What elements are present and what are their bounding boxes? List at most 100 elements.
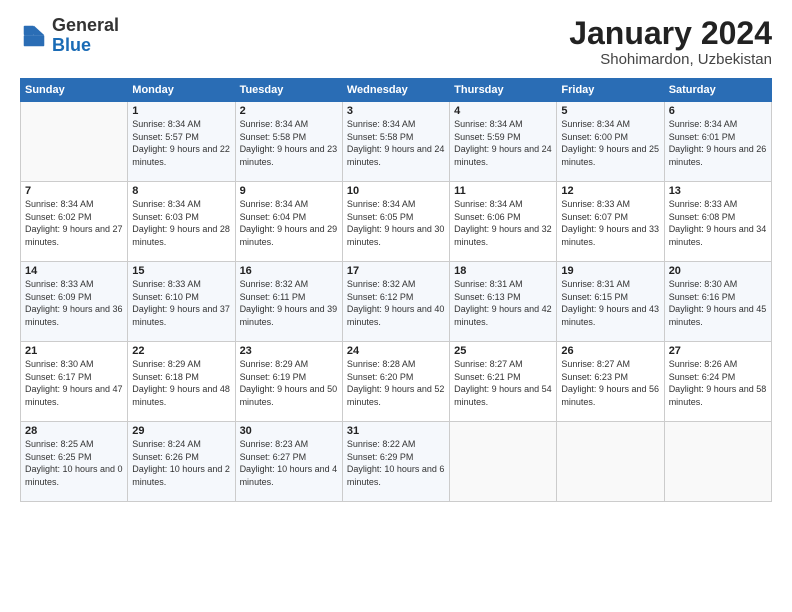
- calendar-cell: 11 Sunrise: 8:34 AMSunset: 6:06 PMDayligh…: [450, 182, 557, 262]
- day-info: Sunrise: 8:30 AMSunset: 6:17 PMDaylight:…: [25, 359, 123, 407]
- day-number: 28: [25, 425, 123, 437]
- day-number: 31: [347, 425, 445, 437]
- calendar-cell: 2 Sunrise: 8:34 AMSunset: 5:58 PMDaylight…: [235, 102, 342, 182]
- calendar-cell: [21, 102, 128, 182]
- calendar-week-row: 7 Sunrise: 8:34 AMSunset: 6:02 PMDaylight…: [21, 182, 772, 262]
- day-info: Sunrise: 8:27 AMSunset: 6:21 PMDaylight:…: [454, 359, 552, 407]
- calendar-cell: [450, 422, 557, 502]
- day-info: Sunrise: 8:26 AMSunset: 6:24 PMDaylight:…: [669, 359, 767, 407]
- calendar-table: SundayMondayTuesdayWednesdayThursdayFrid…: [20, 78, 772, 502]
- day-number: 30: [240, 425, 338, 437]
- day-info: Sunrise: 8:34 AMSunset: 6:04 PMDaylight:…: [240, 199, 338, 247]
- day-info: Sunrise: 8:34 AMSunset: 5:58 PMDaylight:…: [240, 119, 338, 167]
- weekday-header-row: SundayMondayTuesdayWednesdayThursdayFrid…: [21, 79, 772, 102]
- day-number: 3: [347, 105, 445, 117]
- calendar-cell: 21 Sunrise: 8:30 AMSunset: 6:17 PMDayligh…: [21, 342, 128, 422]
- calendar-cell: 18 Sunrise: 8:31 AMSunset: 6:13 PMDayligh…: [450, 262, 557, 342]
- calendar-cell: 28Sunrise: 8:25 AMSunset: 6:25 PMDayligh…: [21, 422, 128, 502]
- calendar-cell: 22 Sunrise: 8:29 AMSunset: 6:18 PMDayligh…: [128, 342, 235, 422]
- calendar-cell: 12Sunrise: 8:33 AMSunset: 6:07 PMDayligh…: [557, 182, 664, 262]
- day-number: 4: [454, 105, 552, 117]
- logo-blue: Blue: [52, 35, 91, 55]
- calendar-cell: 4 Sunrise: 8:34 AMSunset: 5:59 PMDaylight…: [450, 102, 557, 182]
- calendar-cell: 16 Sunrise: 8:32 AMSunset: 6:11 PMDayligh…: [235, 262, 342, 342]
- calendar-cell: 3Sunrise: 8:34 AMSunset: 5:58 PMDaylight…: [342, 102, 449, 182]
- calendar-cell: 27 Sunrise: 8:26 AMSunset: 6:24 PMDayligh…: [664, 342, 771, 422]
- day-number: 16: [240, 265, 338, 277]
- day-info: Sunrise: 8:28 AMSunset: 6:20 PMDaylight:…: [347, 359, 445, 407]
- day-number: 22: [132, 345, 230, 357]
- day-info: Sunrise: 8:34 AMSunset: 5:57 PMDaylight:…: [132, 119, 230, 167]
- calendar-cell: 9 Sunrise: 8:34 AMSunset: 6:04 PMDaylight…: [235, 182, 342, 262]
- weekday-header-thursday: Thursday: [450, 79, 557, 102]
- day-info: Sunrise: 8:32 AMSunset: 6:11 PMDaylight:…: [240, 279, 338, 327]
- day-info: Sunrise: 8:29 AMSunset: 6:18 PMDaylight:…: [132, 359, 230, 407]
- day-info: Sunrise: 8:34 AMSunset: 6:05 PMDaylight:…: [347, 199, 445, 247]
- calendar-cell: 6Sunrise: 8:34 AMSunset: 6:01 PMDaylight…: [664, 102, 771, 182]
- calendar-week-row: 21 Sunrise: 8:30 AMSunset: 6:17 PMDayligh…: [21, 342, 772, 422]
- logo-general: General: [52, 15, 119, 35]
- calendar-cell: [664, 422, 771, 502]
- calendar-week-row: 1Sunrise: 8:34 AMSunset: 5:57 PMDaylight…: [21, 102, 772, 182]
- day-number: 2: [240, 105, 338, 117]
- day-info: Sunrise: 8:34 AMSunset: 5:59 PMDaylight:…: [454, 119, 552, 167]
- day-info: Sunrise: 8:31 AMSunset: 6:15 PMDaylight:…: [561, 279, 659, 327]
- calendar-week-row: 14 Sunrise: 8:33 AMSunset: 6:09 PMDayligh…: [21, 262, 772, 342]
- day-number: 13: [669, 185, 767, 197]
- calendar-cell: 26Sunrise: 8:27 AMSunset: 6:23 PMDayligh…: [557, 342, 664, 422]
- day-info: Sunrise: 8:33 AMSunset: 6:07 PMDaylight:…: [561, 199, 659, 247]
- calendar-cell: 7 Sunrise: 8:34 AMSunset: 6:02 PMDaylight…: [21, 182, 128, 262]
- day-number: 21: [25, 345, 123, 357]
- day-number: 9: [240, 185, 338, 197]
- day-info: Sunrise: 8:27 AMSunset: 6:23 PMDaylight:…: [561, 359, 659, 407]
- weekday-header-sunday: Sunday: [21, 79, 128, 102]
- location: Shohimardon, Uzbekistan: [569, 51, 772, 68]
- day-info: Sunrise: 8:30 AMSunset: 6:16 PMDaylight:…: [669, 279, 767, 327]
- day-number: 6: [669, 105, 767, 117]
- day-info: Sunrise: 8:33 AMSunset: 6:09 PMDaylight:…: [25, 279, 123, 327]
- day-info: Sunrise: 8:31 AMSunset: 6:13 PMDaylight:…: [454, 279, 552, 327]
- page: General Blue January 2024 Shohimardon, U…: [0, 0, 792, 612]
- day-number: 18: [454, 265, 552, 277]
- calendar-cell: 29 Sunrise: 8:24 AMSunset: 6:26 PMDayligh…: [128, 422, 235, 502]
- day-number: 19: [561, 265, 659, 277]
- day-number: 25: [454, 345, 552, 357]
- day-number: 27: [669, 345, 767, 357]
- day-number: 15: [132, 265, 230, 277]
- day-info: Sunrise: 8:24 AMSunset: 6:26 PMDaylight:…: [132, 439, 230, 487]
- day-info: Sunrise: 8:32 AMSunset: 6:12 PMDaylight:…: [347, 279, 445, 327]
- calendar-cell: 20 Sunrise: 8:30 AMSunset: 6:16 PMDayligh…: [664, 262, 771, 342]
- calendar-cell: 30 Sunrise: 8:23 AMSunset: 6:27 PMDayligh…: [235, 422, 342, 502]
- header: General Blue January 2024 Shohimardon, U…: [20, 16, 772, 68]
- day-number: 10: [347, 185, 445, 197]
- calendar-cell: 13Sunrise: 8:33 AMSunset: 6:08 PMDayligh…: [664, 182, 771, 262]
- weekday-header-saturday: Saturday: [664, 79, 771, 102]
- day-info: Sunrise: 8:34 AMSunset: 6:02 PMDaylight:…: [25, 199, 123, 247]
- calendar-cell: 24Sunrise: 8:28 AMSunset: 6:20 PMDayligh…: [342, 342, 449, 422]
- calendar-cell: 31 Sunrise: 8:22 AMSunset: 6:29 PMDayligh…: [342, 422, 449, 502]
- day-number: 11: [454, 185, 552, 197]
- day-number: 14: [25, 265, 123, 277]
- calendar-cell: 23Sunrise: 8:29 AMSunset: 6:19 PMDayligh…: [235, 342, 342, 422]
- calendar-cell: 14 Sunrise: 8:33 AMSunset: 6:09 PMDayligh…: [21, 262, 128, 342]
- month-title: January 2024: [569, 16, 772, 51]
- calendar-cell: 5Sunrise: 8:34 AMSunset: 6:00 PMDaylight…: [557, 102, 664, 182]
- day-number: 5: [561, 105, 659, 117]
- logo: General Blue: [20, 16, 119, 56]
- calendar-cell: 25 Sunrise: 8:27 AMSunset: 6:21 PMDayligh…: [450, 342, 557, 422]
- day-info: Sunrise: 8:33 AMSunset: 6:10 PMDaylight:…: [132, 279, 230, 327]
- day-info: Sunrise: 8:34 AMSunset: 6:03 PMDaylight:…: [132, 199, 230, 247]
- calendar-cell: 15 Sunrise: 8:33 AMSunset: 6:10 PMDayligh…: [128, 262, 235, 342]
- weekday-header-friday: Friday: [557, 79, 664, 102]
- day-info: Sunrise: 8:29 AMSunset: 6:19 PMDaylight:…: [240, 359, 338, 407]
- title-block: January 2024 Shohimardon, Uzbekistan: [569, 16, 772, 68]
- day-info: Sunrise: 8:23 AMSunset: 6:27 PMDaylight:…: [240, 439, 338, 487]
- day-info: Sunrise: 8:34 AMSunset: 6:06 PMDaylight:…: [454, 199, 552, 247]
- day-number: 20: [669, 265, 767, 277]
- calendar-cell: 17Sunrise: 8:32 AMSunset: 6:12 PMDayligh…: [342, 262, 449, 342]
- calendar-cell: 1Sunrise: 8:34 AMSunset: 5:57 PMDaylight…: [128, 102, 235, 182]
- day-number: 29: [132, 425, 230, 437]
- day-number: 8: [132, 185, 230, 197]
- day-info: Sunrise: 8:22 AMSunset: 6:29 PMDaylight:…: [347, 439, 445, 487]
- day-number: 7: [25, 185, 123, 197]
